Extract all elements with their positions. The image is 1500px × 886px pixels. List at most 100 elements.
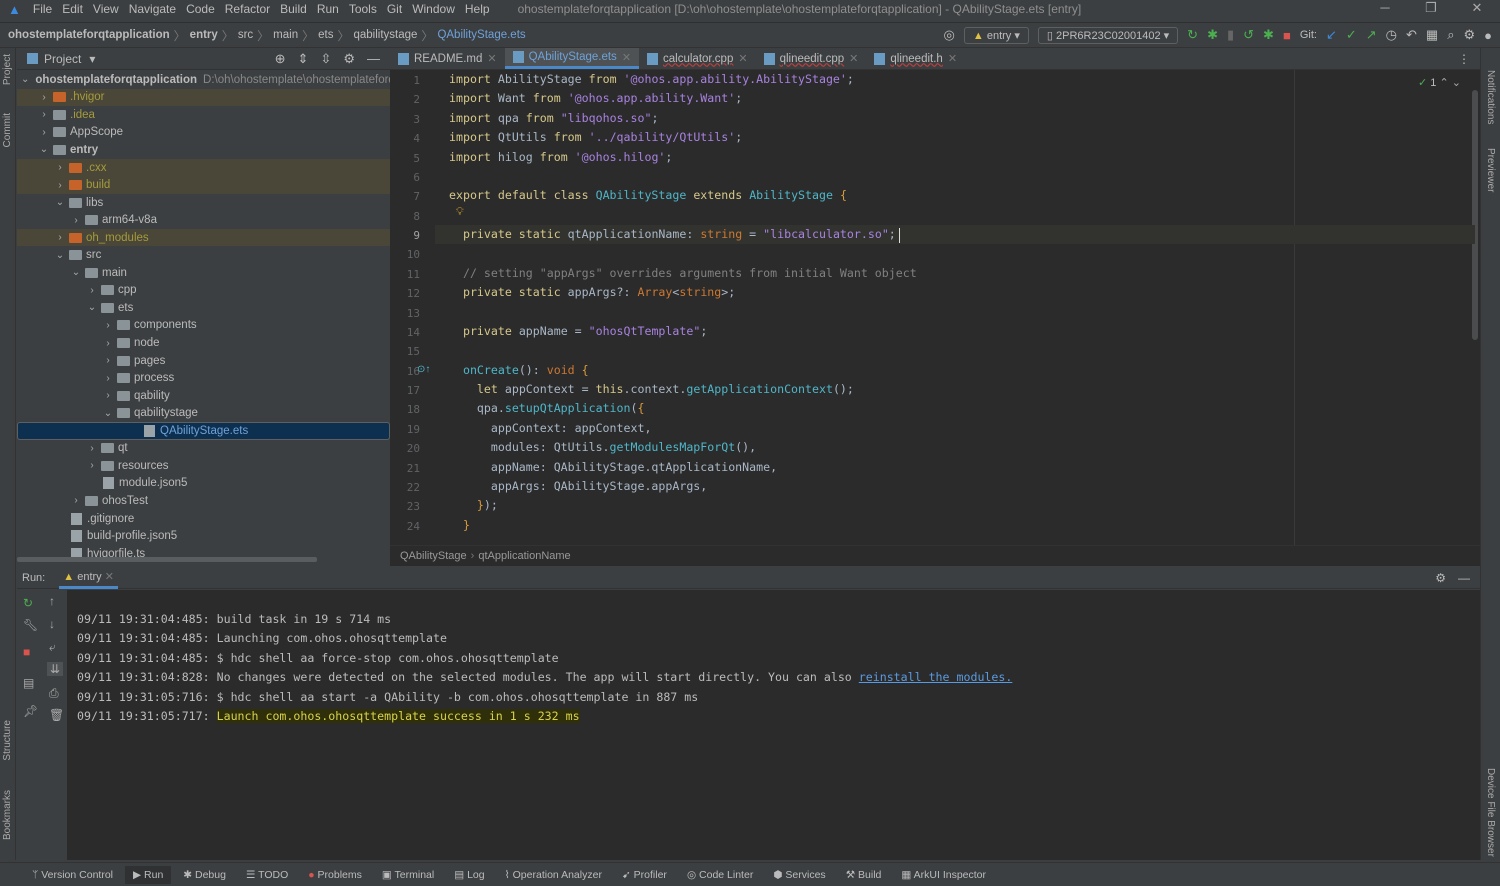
menu-refactor[interactable]: Refactor (225, 2, 270, 16)
chevron-right-icon[interactable]: › (101, 355, 115, 366)
run-tab-entry[interactable]: ▲ entry ✕ (59, 567, 118, 589)
close-tab-icon[interactable]: ✕ (849, 52, 858, 65)
menu-edit[interactable]: Edit (62, 2, 83, 16)
device-select[interactable]: ▯ 2PR6R23C02001402 ▾ (1037, 26, 1179, 44)
chevron-right-icon[interactable]: › (53, 180, 67, 191)
tree-item[interactable]: ⌄ entry (17, 141, 390, 159)
settings-icon[interactable]: ⚙ (1463, 27, 1475, 43)
tab-qlineedit-cpp[interactable]: qlineedit.cpp ✕ (756, 48, 867, 69)
code-editor[interactable]: ✓ 1 ⌃ ⌄ 1 import AbilityStage from '@ohos… (390, 70, 1480, 545)
bottom-tab-arkui-inspector[interactable]: ▦ ArkUI Inspector (893, 866, 994, 884)
run-console[interactable]: 09/11 19:31:04:485: build task in 19 s 7… (67, 590, 1480, 860)
breadcrumb-item[interactable]: main (273, 29, 298, 41)
tree-item[interactable]: ⌄ libs (17, 194, 390, 212)
chevron-down-icon[interactable]: ⌄ (101, 408, 115, 419)
tree-item[interactable]: › .hvigor (17, 88, 390, 107)
wrench-icon[interactable]: 🔧︎ (23, 618, 38, 632)
tree-item[interactable]: › pages (17, 352, 390, 370)
bottom-tab-operation-analyzer[interactable]: ⌇ Operation Analyzer (497, 866, 610, 884)
rerun-icon[interactable]: ↻ (1187, 27, 1198, 43)
gear-icon[interactable]: ⚙ (1435, 571, 1446, 585)
commit-tool-button[interactable]: Commit (2, 113, 13, 147)
chevron-down-icon[interactable]: ⌄ (85, 302, 99, 313)
breadcrumb-item[interactable]: qabilitystage (353, 29, 417, 41)
tree-item[interactable]: › qt (17, 440, 390, 458)
tree-item[interactable]: › oh_modules (17, 228, 390, 247)
breadcrumb-item[interactable]: ets (318, 29, 333, 41)
hide-icon[interactable]: — (1458, 571, 1470, 585)
close-tab-icon[interactable]: ✕ (948, 52, 957, 65)
expand-all-icon[interactable]: ⇕ (298, 51, 309, 67)
hide-icon[interactable]: — (367, 51, 380, 67)
bottom-tab-profiler[interactable]: ➹ Profiler (614, 866, 675, 884)
chevron-right-icon[interactable]: › (53, 232, 67, 243)
menu-navigate[interactable]: Navigate (129, 2, 176, 16)
chevron-down-icon[interactable]: ⌄ (69, 267, 83, 278)
tree-item[interactable]: › AppScope (17, 124, 390, 142)
crumb-member[interactable]: qtApplicationName (478, 550, 570, 562)
bottom-tab-todo[interactable]: ☰ TODO (238, 866, 296, 884)
tab-readme-md[interactable]: README.md ✕ (390, 48, 505, 69)
menu-tools[interactable]: Tools (349, 2, 377, 16)
history-icon[interactable]: ◷ (1386, 27, 1397, 43)
reinstall-modules-link[interactable]: reinstall the modules. (859, 670, 1013, 684)
tree-item[interactable]: › .idea (17, 106, 390, 124)
bottom-tab-version-control[interactable]: ᛘ Version Control (24, 866, 121, 884)
project-structure-icon[interactable]: ▦ (1426, 27, 1438, 43)
attach-debugger-icon[interactable]: ✱ (1263, 27, 1274, 43)
breadcrumb-item[interactable]: src (238, 29, 253, 41)
inspection-widget[interactable]: ✓ 1 ⌃ ⌄ (1418, 76, 1461, 89)
tree-item[interactable]: ⌄ main (17, 264, 390, 282)
stop-icon[interactable]: ■ (23, 645, 30, 659)
menu-git[interactable]: Git (387, 2, 402, 16)
tab-calculator-cpp[interactable]: calculator.cpp ✕ (639, 48, 756, 69)
target-icon[interactable]: ◎ (944, 27, 955, 43)
chevron-right-icon[interactable]: › (37, 127, 51, 138)
chevron-right-icon[interactable]: › (53, 162, 67, 173)
bottom-tab-services[interactable]: ⬢ Services (765, 866, 833, 884)
print-icon[interactable]: ⎙ (49, 686, 59, 701)
git-commit-icon[interactable]: ✓ (1346, 27, 1357, 43)
tree-item[interactable]: › components (17, 317, 390, 335)
close-tab-icon[interactable]: ✕ (487, 52, 496, 65)
tree-item[interactable]: › resources (17, 457, 390, 475)
chevron-right-icon[interactable]: › (101, 373, 115, 384)
menu-run[interactable]: Run (317, 2, 339, 16)
close-tab-icon[interactable]: ✕ (738, 52, 747, 65)
tree-horizontal-scrollbar[interactable] (17, 557, 317, 562)
bottom-tab-debug[interactable]: ✱ Debug (175, 866, 234, 884)
attach-icon[interactable]: ▮ (1227, 27, 1234, 43)
stop-icon[interactable]: ■ (1283, 28, 1291, 43)
debug-icon[interactable]: ✱ (1207, 27, 1218, 43)
soft-wrap-icon[interactable]: ⤶ (49, 640, 56, 655)
structure-tool-button[interactable]: Structure (2, 720, 13, 761)
menu-code[interactable]: Code (186, 2, 215, 16)
tree-item[interactable]: .gitignore (17, 510, 390, 528)
tree-item[interactable]: › qability (17, 387, 390, 405)
tree-item[interactable]: build-profile.json5 (17, 527, 390, 545)
menu-help[interactable]: Help (465, 2, 490, 16)
menu-build[interactable]: Build (280, 2, 307, 16)
tree-item[interactable]: › .cxx (17, 158, 390, 177)
apply-changes-icon[interactable]: ↺ (1243, 27, 1254, 43)
bottom-tab-log[interactable]: ▤ Log (446, 866, 492, 884)
account-icon[interactable]: ● (1484, 28, 1492, 43)
close-tab-icon[interactable]: ✕ (622, 51, 631, 64)
restore-button[interactable]: ❐ (1408, 0, 1454, 16)
pin-icon[interactable]: 📌︎ (23, 704, 38, 718)
device-file-browser-tool-button[interactable]: Device File Browser (1485, 768, 1496, 857)
menu-window[interactable]: Window (412, 2, 455, 16)
trash-icon[interactable]: 🗑︎ (49, 708, 64, 722)
bottom-tab-run[interactable]: ▶ Run (125, 865, 172, 884)
close-button[interactable]: ✕ (1454, 0, 1500, 16)
project-tool-button[interactable]: Project (2, 54, 13, 85)
search-icon[interactable]: ⌕ (1447, 27, 1454, 43)
chevron-right-icon[interactable]: › (69, 495, 83, 506)
collapse-all-icon[interactable]: ⇳ (320, 51, 331, 67)
chevron-right-icon[interactable]: › (101, 320, 115, 331)
previewer-tool-button[interactable]: Previewer (1485, 148, 1496, 192)
down-arrow-icon[interactable]: ↓ (49, 617, 55, 631)
breadcrumb-item[interactable]: QAbilityStage.ets (437, 29, 525, 41)
notifications-tool-button[interactable]: Notifications (1485, 70, 1496, 124)
bottom-tab-problems[interactable]: ● Problems (300, 866, 370, 884)
